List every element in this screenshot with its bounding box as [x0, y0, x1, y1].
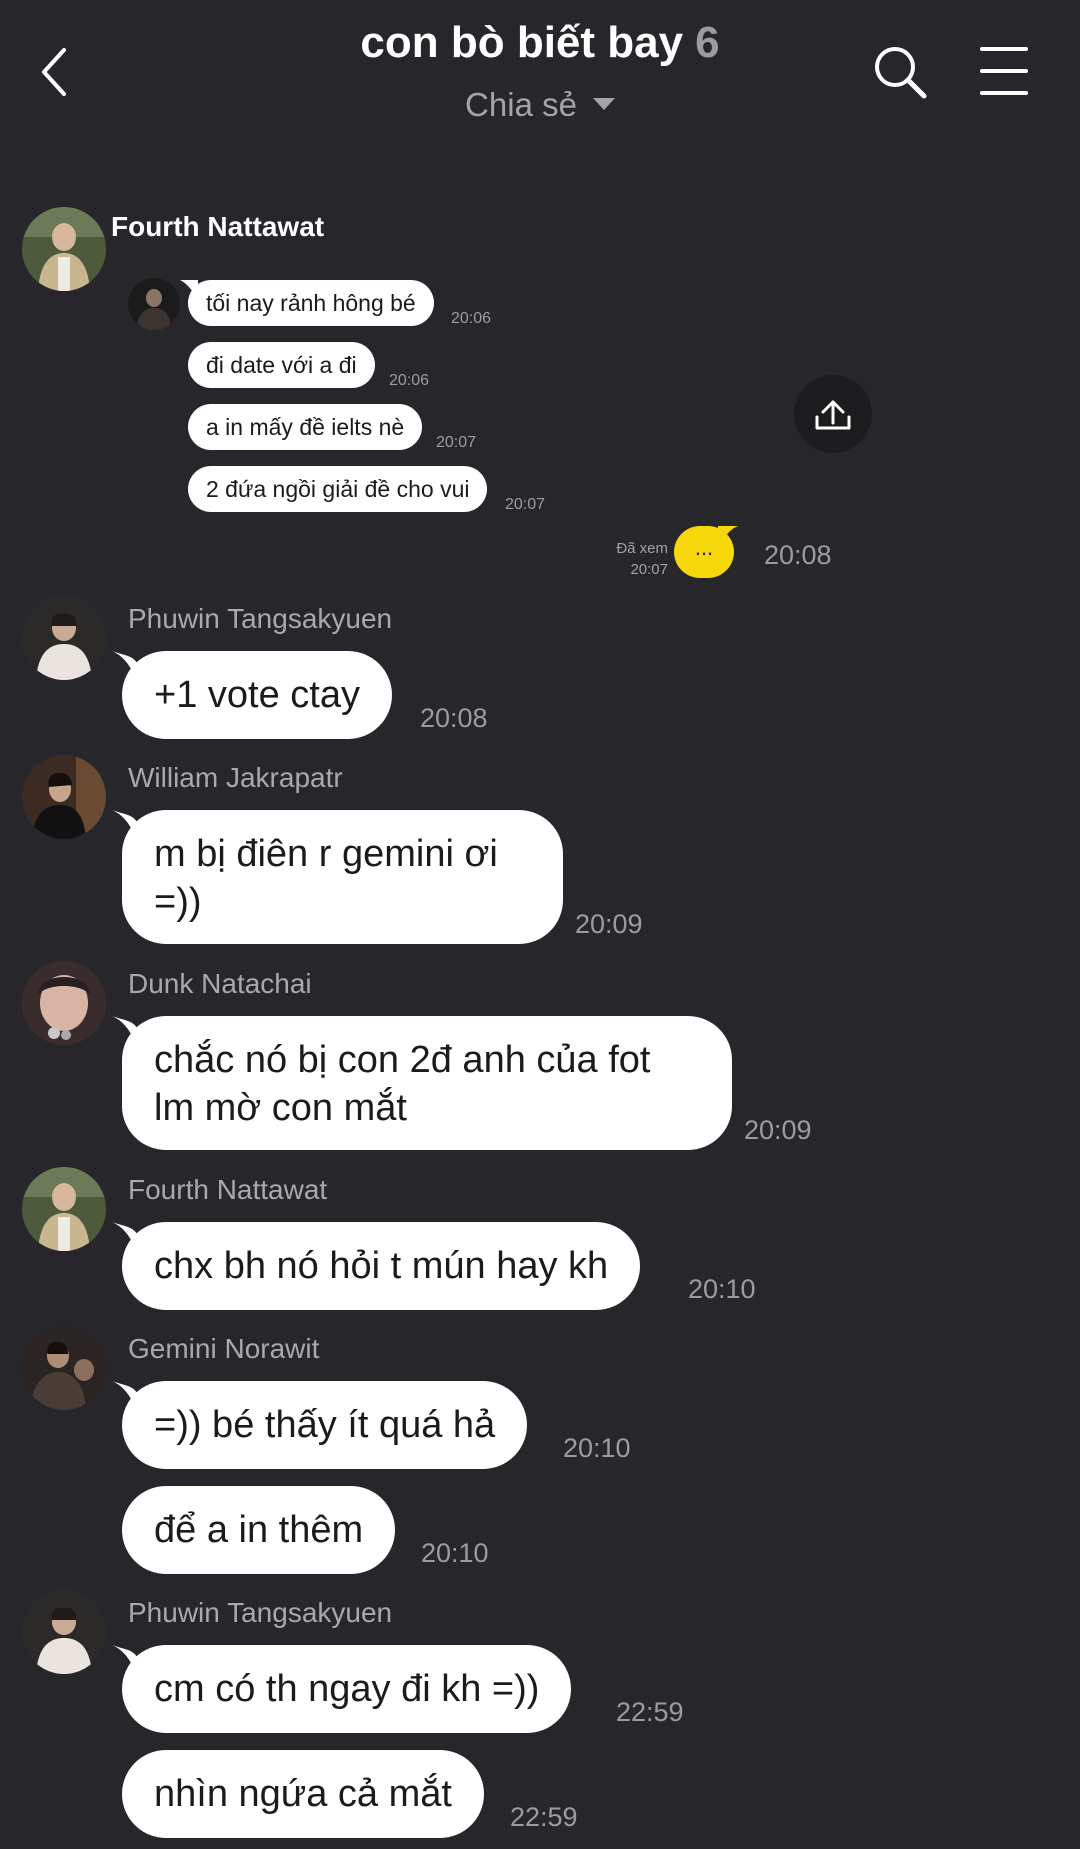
- message-bubble[interactable]: tối nay rảnh hông bé: [188, 280, 434, 326]
- message-time: 20:09: [744, 1115, 812, 1145]
- upload-share-icon: [815, 400, 851, 430]
- avatar[interactable]: [22, 1326, 106, 1410]
- message-time: 22:59: [616, 1697, 684, 1727]
- sender-name: Dunk Natachai: [128, 968, 312, 999]
- search-icon: [875, 47, 927, 99]
- avatar[interactable]: [22, 961, 106, 1045]
- message-bubble[interactable]: nhìn ngứa cả mắt: [122, 1750, 484, 1838]
- search-button[interactable]: [872, 44, 928, 100]
- seen-label: Đã xem: [616, 540, 668, 557]
- avatar: [128, 278, 180, 330]
- caret-down-icon: [592, 98, 615, 111]
- sender-name: Gemini Norawit: [128, 1333, 320, 1364]
- group-name: con bò biết bay: [360, 18, 684, 67]
- read-receipt: Đã xem 20:07: [604, 538, 668, 580]
- message-bubble[interactable]: để a in thêm: [122, 1486, 396, 1574]
- message-bubble[interactable]: m bị điên r gemini ơi =)): [122, 810, 563, 944]
- sender-name: Phuwin Tangsakyuen: [128, 1597, 393, 1628]
- sender-name: William Jakrapatr: [128, 762, 343, 793]
- message-time: 20:07: [505, 496, 546, 513]
- avatar[interactable]: [22, 596, 106, 680]
- avatar[interactable]: [22, 1590, 106, 1674]
- message-time: 20:09: [575, 909, 643, 939]
- message-time: 20:06: [451, 310, 492, 327]
- message-time: 20:08: [764, 540, 832, 570]
- message-line: m bị điên r gemini ơi: [154, 833, 498, 875]
- member-count: 6: [695, 18, 720, 67]
- message-line: chắc nó bị con 2đ anh của fot: [154, 1039, 651, 1081]
- bubble-tail: [718, 526, 738, 552]
- message-time: 20:08: [420, 703, 488, 733]
- sender-name: Fourth Nattawat: [111, 211, 325, 242]
- seen-time: 20:07: [630, 561, 668, 578]
- message-bubble[interactable]: chắc nó bị con 2đ anh của fot lm mờ con …: [122, 1016, 732, 1150]
- message-time: 20:10: [688, 1274, 756, 1304]
- chat-header: con bò biết bay 6 Chia sẻ: [0, 0, 1080, 140]
- sender-name: Phuwin Tangsakyuen: [128, 603, 393, 634]
- avatar[interactable]: [22, 207, 106, 291]
- message-time: 22:59: [510, 1802, 578, 1832]
- message-bubble[interactable]: +1 vote ctay: [122, 651, 392, 739]
- avatar[interactable]: [22, 1167, 106, 1251]
- avatar[interactable]: [22, 755, 106, 839]
- message-time: 20:10: [563, 1433, 631, 1463]
- menu-button[interactable]: [980, 46, 1028, 96]
- message-time: 20:07: [436, 434, 477, 451]
- share-label: Chia sẻ: [465, 86, 577, 123]
- sender-name: Fourth Nattawat: [128, 1174, 328, 1205]
- hamburger-menu-icon: [980, 47, 1028, 95]
- message-bubble[interactable]: chx bh nó hỏi t mún hay kh: [122, 1222, 641, 1310]
- message-line: =)): [154, 881, 202, 923]
- share-button[interactable]: [794, 375, 872, 453]
- message-time: 20:06: [389, 372, 430, 389]
- message-bubble[interactable]: đi date với a đi: [188, 342, 375, 388]
- message-bubble[interactable]: 2 đứa ngồi giải đề cho vui: [188, 466, 488, 512]
- message-bubble[interactable]: a in mấy đề ielts nè: [188, 404, 423, 450]
- message-line: lm mờ con mắt: [154, 1087, 407, 1129]
- message-time: 20:10: [421, 1538, 489, 1568]
- message-bubble[interactable]: cm có th ngay đi kh =)): [122, 1645, 572, 1733]
- message-bubble[interactable]: =)) bé thấy ít quá hả: [122, 1381, 528, 1469]
